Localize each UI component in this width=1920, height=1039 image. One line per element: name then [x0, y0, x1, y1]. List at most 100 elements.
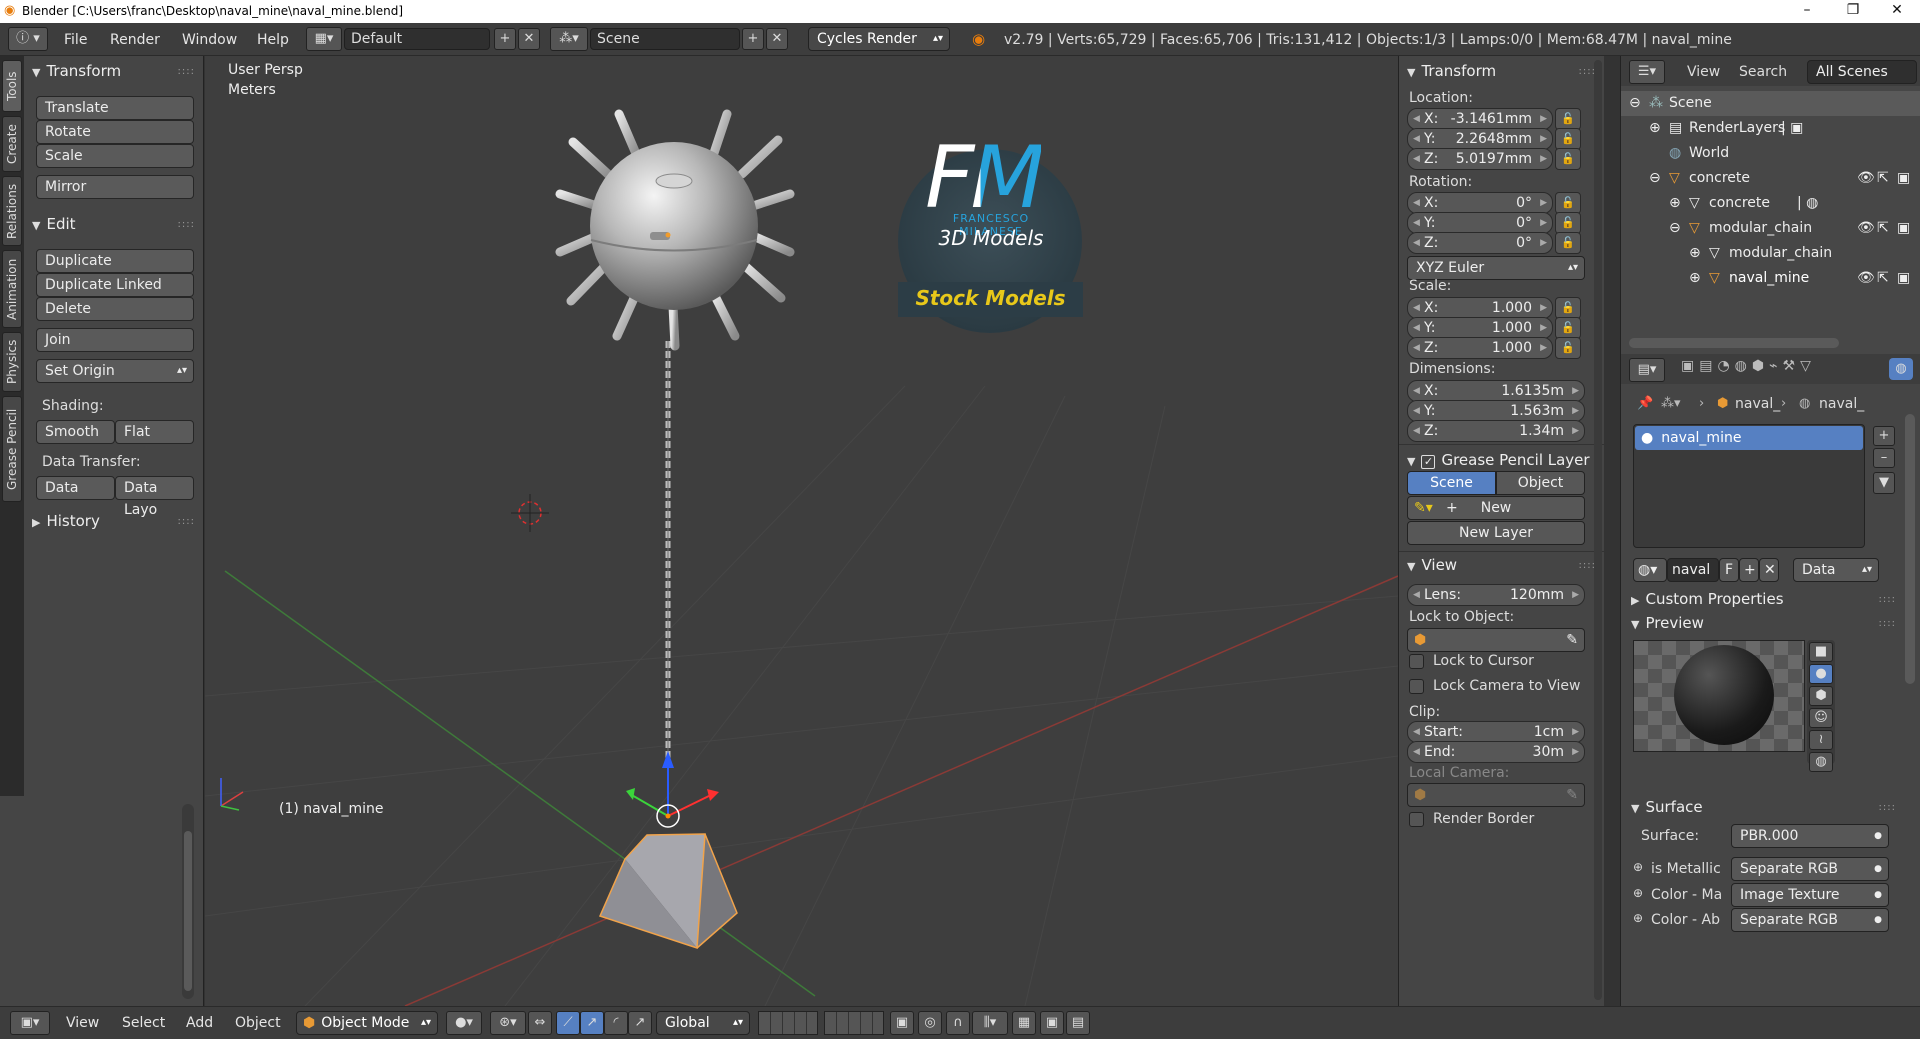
outliner-row-scene[interactable]: ⊖ ⁂ Scene — [1621, 91, 1920, 116]
gp-object-tab[interactable]: Object — [1496, 471, 1585, 495]
editor-type-button[interactable]: ▣▾ — [10, 1011, 50, 1035]
checkbox-checked-icon[interactable]: ✓ — [1421, 455, 1436, 469]
transform-panel-header[interactable]: ▼ Transform — [32, 62, 121, 80]
pin-icon[interactable]: 📌 — [1637, 396, 1653, 411]
panel-grip-icon[interactable]: :::: — [178, 66, 195, 77]
expand-icon[interactable]: ⊕ — [1689, 266, 1701, 291]
select-cursor-icon[interactable]: ⇱ — [1877, 216, 1889, 241]
preview-cube-button[interactable]: ⬢ — [1809, 686, 1833, 706]
surface-shader-field[interactable]: PBR.000 ● — [1731, 824, 1889, 848]
viewport-shading-button[interactable]: ●▾ — [446, 1011, 482, 1035]
gp-new-layer-button[interactable]: New Layer — [1407, 521, 1585, 545]
tab-grease-pencil[interactable]: Grease Pencil — [2, 396, 22, 502]
dimension-x-field[interactable]: ◀ X: 1.6135m ▶ — [1407, 380, 1585, 402]
rotation-z-field[interactable]: ◀ Z: 0° ▶ — [1407, 232, 1553, 254]
outliner-row-renderlayers[interactable]: ⊕ ▤ RenderLayers | ▣ — [1621, 116, 1920, 141]
properties-scrollbar[interactable] — [1905, 414, 1915, 684]
input-color-ma-node[interactable]: Image Texture ● — [1731, 883, 1889, 907]
properties-context-tabs[interactable]: ▣▤◔◍⬢⌁⚒▽ — [1681, 358, 1816, 374]
scale-x-field[interactable]: ◀ X: 1.000 ▶ — [1407, 297, 1553, 319]
editor-type-button[interactable]: ⓘ ▾ — [8, 27, 48, 51]
link-dropdown[interactable]: Data ▴▾ — [1793, 558, 1879, 582]
material-name-field[interactable]: naval — [1667, 558, 1719, 582]
add-scene-button[interactable]: + — [742, 28, 764, 50]
set-origin-dropdown[interactable]: Set Origin ▴▾ — [36, 359, 194, 383]
lock-icon[interactable]: 🔓 — [1555, 128, 1581, 150]
layout-field[interactable]: Default — [344, 28, 490, 50]
duplicate-linked-button[interactable]: Duplicate Linked — [36, 273, 194, 297]
visibility-eye-icon[interactable]: 👁 — [1857, 166, 1875, 191]
menu-window[interactable]: Window — [182, 32, 237, 48]
panel-grip-icon[interactable]: :::: — [1879, 594, 1896, 605]
duplicate-button[interactable]: Duplicate — [36, 249, 194, 273]
collapse-icon[interactable]: ⊖ — [1669, 216, 1681, 241]
smooth-button[interactable]: Smooth — [36, 420, 115, 444]
location-x-field[interactable]: ◀ X: -3.1461mm ▶ — [1407, 108, 1553, 130]
rotation-y-field[interactable]: ◀ Y: 0° ▶ — [1407, 212, 1553, 234]
material-browse-button[interactable]: ◍▾ — [1633, 558, 1667, 582]
translate-manipulator-button[interactable]: ⟋ — [556, 1011, 580, 1035]
outliner-row-modular-chain-mesh[interactable]: ⊕ ▽ modular_chain — [1621, 241, 1920, 266]
clip-start-field[interactable]: ◀ Start: 1cm ▶ — [1407, 721, 1585, 743]
eyedropper-icon[interactable]: ✎ — [1566, 629, 1578, 651]
gp-scene-tab[interactable]: Scene — [1407, 471, 1496, 495]
scale-y-field[interactable]: ◀ Y: 1.000 ▶ — [1407, 317, 1553, 339]
unlink-material-button[interactable]: ✕ — [1759, 558, 1779, 582]
remove-scene-button[interactable]: ✕ — [766, 28, 788, 50]
mirror-button[interactable]: Mirror — [36, 175, 194, 199]
preview-monkey-button[interactable]: ☺ — [1809, 708, 1833, 728]
panel-grip-icon[interactable]: :::: — [1879, 802, 1896, 813]
scrollbar-thumb[interactable] — [184, 831, 192, 991]
outliner-row-concrete-mesh[interactable]: ⊕ ▽ concrete | ◍ — [1621, 191, 1920, 216]
dimension-y-field[interactable]: ◀ Y: 1.563m ▶ — [1407, 400, 1585, 422]
minimize-button[interactable]: – — [1784, 0, 1830, 23]
expand-icon[interactable]: ⊕ — [1633, 860, 1643, 874]
scene-icon-button[interactable]: ⁂▾ — [550, 27, 588, 51]
edit-panel-header[interactable]: ▼ Edit — [32, 215, 76, 233]
render-animation-button[interactable]: ▤ — [1066, 1011, 1090, 1035]
properties-type-button[interactable]: ▤▾ — [1629, 358, 1665, 382]
join-button[interactable]: Join — [36, 328, 194, 352]
outliner-row-world[interactable]: ◍ World — [1621, 141, 1920, 166]
npanel-scrollbar[interactable] — [1594, 60, 1602, 1000]
outliner-display-dropdown[interactable]: All Scenes — [1807, 60, 1917, 84]
scale-button[interactable]: Scale — [36, 144, 194, 168]
menu-help[interactable]: Help — [257, 32, 289, 48]
mode-dropdown[interactable]: ⬢ Object Mode ▴▾ — [296, 1011, 438, 1035]
preview-hair-button[interactable]: ≀ — [1809, 730, 1833, 750]
lock-icon[interactable]: 🔓 — [1555, 192, 1581, 214]
lock-icon[interactable]: 🔓 — [1555, 148, 1581, 170]
preview-flat-button[interactable]: ■ — [1809, 642, 1833, 662]
grease-pencil-layer-header[interactable]: ▼ ✓ Grease Pencil Layer — [1407, 451, 1590, 469]
layers-row-2[interactable] — [824, 1011, 884, 1035]
scene-field[interactable]: Scene — [590, 28, 740, 50]
lens-field[interactable]: ◀ Lens: 120mm ▶ — [1407, 584, 1585, 606]
render-still-button[interactable]: ▣ — [1040, 1011, 1064, 1035]
render-camera-icon[interactable]: ▣ — [1897, 266, 1910, 291]
outliner-row-modular-chain[interactable]: ⊖ ▽ modular_chain 👁 ⇱ ▣ — [1621, 216, 1920, 241]
render-border-checkbox[interactable] — [1409, 812, 1424, 827]
select-cursor-icon[interactable]: ⇱ — [1877, 166, 1889, 191]
location-z-field[interactable]: ◀ Z: 5.0197mm ▶ — [1407, 148, 1553, 170]
material-tab-icon[interactable]: ◍ — [1889, 358, 1913, 380]
scale-z-field[interactable]: ◀ Z: 1.000 ▶ — [1407, 337, 1553, 359]
view-panel-header[interactable]: ▼ View — [1407, 556, 1457, 574]
manipulator-toggle[interactable]: ⇔ — [528, 1011, 552, 1035]
snap-toggle-button[interactable]: ∩ — [946, 1011, 970, 1035]
add-slot-button[interactable]: + — [1873, 426, 1895, 446]
remove-layout-button[interactable]: ✕ — [518, 28, 540, 50]
eyedropper-icon[interactable]: ✎ — [1566, 784, 1578, 806]
3d-viewport[interactable]: User Persp Meters (1) naval_mine FM FRAN… — [205, 56, 1398, 1006]
outliner-row-naval-mine[interactable]: ⊕ ▽ naval_mine 👁 ⇱ ▣ — [1621, 266, 1920, 291]
menu-add[interactable]: Add — [186, 1015, 213, 1031]
menu-view[interactable]: View — [66, 1015, 99, 1031]
layout-icon-button[interactable]: ▦▾ — [306, 27, 342, 51]
expand-icon[interactable]: ⊕ — [1649, 116, 1661, 141]
add-layout-button[interactable]: + — [494, 28, 516, 50]
scale-manipulator-button[interactable]: ◜ — [604, 1011, 628, 1035]
new-material-button[interactable]: + — [1739, 558, 1759, 582]
gp-new-button[interactable]: ✎▾ + New — [1407, 496, 1585, 520]
panel-grip-icon[interactable]: :::: — [1879, 618, 1896, 629]
lock-camera-checkbox[interactable] — [1409, 679, 1424, 694]
delete-button[interactable]: Delete — [36, 297, 194, 321]
